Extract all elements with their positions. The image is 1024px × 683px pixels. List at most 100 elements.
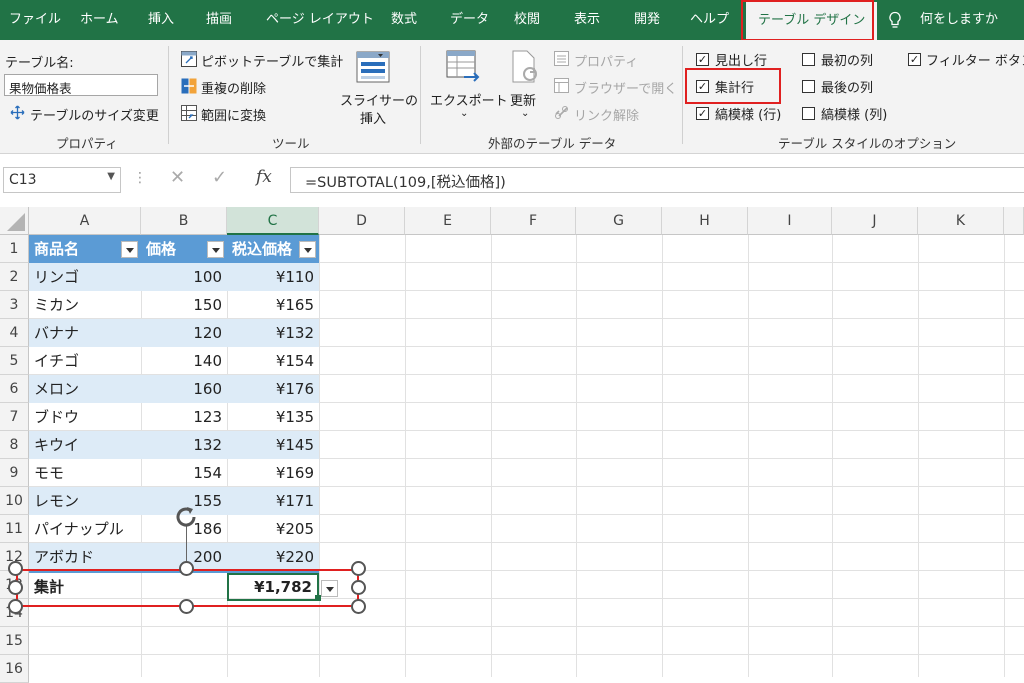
table-cell[interactable]: ¥171 xyxy=(227,487,319,515)
export-button[interactable]: エクスポート xyxy=(430,90,508,109)
table-cell[interactable]: 132 xyxy=(141,431,227,459)
first-column-checkbox[interactable] xyxy=(802,53,815,66)
insert-slicer-button[interactable]: スライサーの xyxy=(340,90,418,109)
table-cell[interactable]: 140 xyxy=(141,347,227,375)
external-properties-button[interactable]: プロパティ xyxy=(574,51,638,70)
insert-slicer-button-line2[interactable]: 挿入 xyxy=(360,108,386,127)
column-header-a[interactable]: A xyxy=(29,207,141,235)
column-header-k[interactable]: K xyxy=(918,207,1004,235)
row-header-16[interactable]: 16 xyxy=(0,655,29,683)
tell-me-search[interactable]: 何をしますか xyxy=(920,0,998,40)
tab-help[interactable]: ヘルプ xyxy=(690,0,729,40)
table-cell[interactable]: ¥220 xyxy=(227,543,319,571)
column-header-l[interactable] xyxy=(1004,207,1024,235)
open-in-browser-button[interactable]: ブラウザーで開く xyxy=(574,78,677,97)
table-cell[interactable]: ¥165 xyxy=(227,291,319,319)
table-cell[interactable]: ¥145 xyxy=(227,431,319,459)
banded-columns-checkbox[interactable] xyxy=(802,107,815,120)
table-cell[interactable]: モモ xyxy=(29,459,141,487)
tab-draw[interactable]: 描画 xyxy=(206,0,232,40)
column-header-g[interactable]: G xyxy=(576,207,662,235)
resize-handle[interactable] xyxy=(8,599,23,614)
table-cell[interactable]: リンゴ xyxy=(29,263,141,291)
refresh-dropdown-icon[interactable]: ⌄ xyxy=(521,108,529,119)
resize-handle[interactable] xyxy=(8,561,23,576)
tab-file[interactable]: ファイル xyxy=(9,0,61,40)
resize-table-button[interactable]: テーブルのサイズ変更 xyxy=(30,105,159,124)
row-header-7[interactable]: 7 xyxy=(0,403,29,431)
table-cell[interactable]: バナナ xyxy=(29,319,141,347)
name-box-dropdown-icon[interactable]: ▼ xyxy=(107,171,115,182)
table-cell[interactable]: ¥169 xyxy=(227,459,319,487)
table-cell[interactable]: アボカド xyxy=(29,543,141,571)
table-cell[interactable]: ¥205 xyxy=(227,515,319,543)
table-cell[interactable]: ミカン xyxy=(29,291,141,319)
table-cell[interactable]: ¥176 xyxy=(227,375,319,403)
table-cell[interactable]: イチゴ xyxy=(29,347,141,375)
rotate-handle-icon[interactable] xyxy=(172,503,202,535)
table-cell[interactable]: 160 xyxy=(141,375,227,403)
name-box[interactable]: C13 ▼ xyxy=(3,167,121,193)
filter-dropdown-icon[interactable] xyxy=(207,241,224,258)
last-column-checkbox[interactable] xyxy=(802,80,815,93)
table-cell[interactable]: キウイ xyxy=(29,431,141,459)
row-header-1[interactable]: 1 xyxy=(0,235,29,263)
table-cell[interactable]: 120 xyxy=(141,319,227,347)
table-cell[interactable]: 100 xyxy=(141,263,227,291)
tab-review[interactable]: 校閲 xyxy=(514,0,540,40)
pivot-summarize-button[interactable]: ピボットテーブルで集計 xyxy=(201,51,343,70)
formula-input[interactable]: =SUBTOTAL(109,[税込価格]) xyxy=(290,167,1024,193)
resize-handle[interactable] xyxy=(8,580,23,595)
refresh-button[interactable]: 更新 xyxy=(510,90,536,109)
tab-formulas[interactable]: 数式 xyxy=(391,0,417,40)
column-header-d[interactable]: D xyxy=(319,207,405,235)
row-header-8[interactable]: 8 xyxy=(0,431,29,459)
table-name-input[interactable]: 果物価格表 xyxy=(4,74,158,96)
table-cell[interactable]: 154 xyxy=(141,459,227,487)
resize-handle[interactable] xyxy=(179,599,194,614)
export-dropdown-icon[interactable]: ⌄ xyxy=(460,108,468,119)
tab-developer[interactable]: 開発 xyxy=(634,0,660,40)
row-header-10[interactable]: 10 xyxy=(0,487,29,515)
column-header-j[interactable]: J xyxy=(832,207,918,235)
table-cell[interactable]: レモン xyxy=(29,487,141,515)
table-cell[interactable]: 150 xyxy=(141,291,227,319)
table-cell[interactable]: メロン xyxy=(29,375,141,403)
unlink-button[interactable]: リンク解除 xyxy=(574,105,639,124)
tab-view[interactable]: 表示 xyxy=(574,0,600,40)
column-header-i[interactable]: I xyxy=(748,207,832,235)
table-cell[interactable]: ¥110 xyxy=(227,263,319,291)
filter-dropdown-icon[interactable] xyxy=(299,241,316,258)
tab-insert[interactable]: 挿入 xyxy=(148,0,174,40)
row-header-5[interactable]: 5 xyxy=(0,347,29,375)
filter-dropdown-icon[interactable] xyxy=(121,241,138,258)
enter-check-icon[interactable]: ✓ xyxy=(212,167,227,188)
cancel-icon[interactable]: ✕ xyxy=(170,167,185,188)
row-header-4[interactable]: 4 xyxy=(0,319,29,347)
table-cell[interactable]: パイナップル xyxy=(29,515,141,543)
column-header-b[interactable]: B xyxy=(141,207,227,235)
convert-to-range-button[interactable]: 範囲に変換 xyxy=(201,105,266,124)
column-header-e[interactable]: E xyxy=(405,207,491,235)
select-all-button[interactable] xyxy=(0,207,29,235)
table-cell[interactable]: 123 xyxy=(141,403,227,431)
banded-rows-checkbox[interactable]: ✓ xyxy=(696,107,709,120)
column-header-c[interactable]: C xyxy=(227,207,319,235)
insert-function-icon[interactable]: fx xyxy=(256,167,272,187)
tab-data[interactable]: データ xyxy=(450,0,489,40)
row-header-2[interactable]: 2 xyxy=(0,263,29,291)
row-header-11[interactable]: 11 xyxy=(0,515,29,543)
remove-duplicates-button[interactable]: 重複の削除 xyxy=(201,78,266,97)
table-cell[interactable]: ¥154 xyxy=(227,347,319,375)
tab-home[interactable]: ホーム xyxy=(80,0,119,40)
table-cell[interactable]: ブドウ xyxy=(29,403,141,431)
resize-handle[interactable] xyxy=(351,561,366,576)
filter-button-checkbox[interactable]: ✓ xyxy=(908,53,921,66)
row-header-9[interactable]: 9 xyxy=(0,459,29,487)
column-header-h[interactable]: H xyxy=(662,207,748,235)
row-header-6[interactable]: 6 xyxy=(0,375,29,403)
header-row-checkbox[interactable]: ✓ xyxy=(696,53,709,66)
resize-handle[interactable] xyxy=(351,580,366,595)
tab-page-layout[interactable]: ページ レイアウト xyxy=(266,0,374,40)
resize-handle[interactable] xyxy=(179,561,194,576)
